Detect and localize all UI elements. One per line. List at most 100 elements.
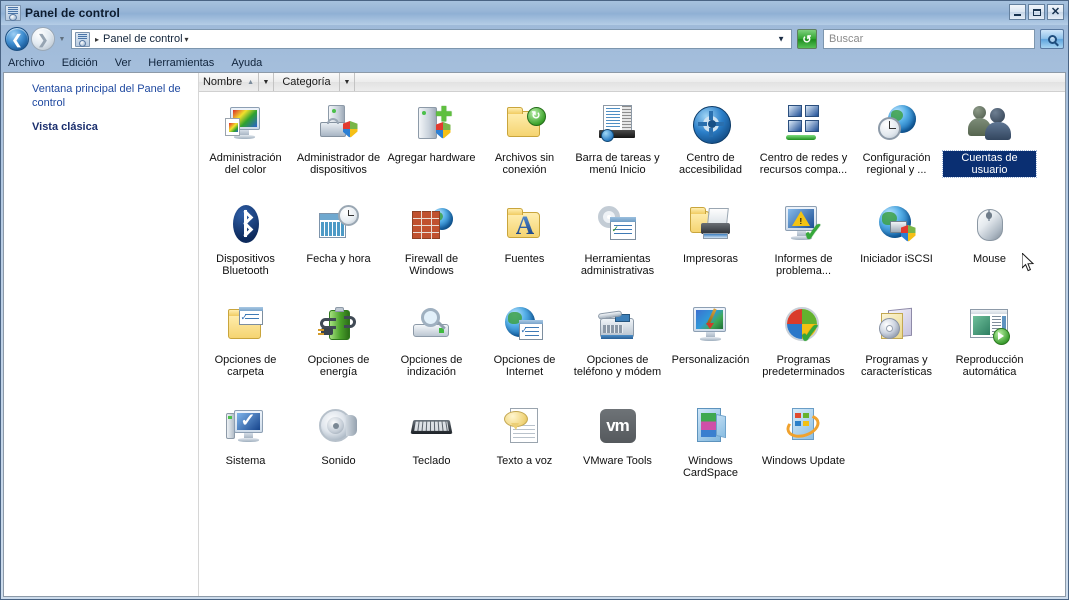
- item-vmware-tools[interactable]: vm VMware Tools: [571, 401, 664, 480]
- item-bluetooth-devices[interactable]: Dispositivos Bluetooth: [199, 199, 292, 278]
- menu-item-archivo[interactable]: Archivo: [8, 57, 45, 69]
- item-label: Centro de redes y recursos compa...: [759, 152, 848, 176]
- item-user-accounts[interactable]: Cuentas de usuario: [942, 98, 1037, 178]
- chevron-down-icon: ▼: [343, 78, 351, 86]
- item-color-management[interactable]: Administración del color: [199, 98, 292, 177]
- regional-settings-icon: [874, 102, 920, 148]
- item-power-options[interactable]: Opciones de energía: [292, 300, 385, 379]
- column-header-name-label: Nombre: [202, 76, 243, 88]
- column-header-name-dropdown[interactable]: ▼: [259, 73, 274, 91]
- back-button[interactable]: ❮: [5, 27, 29, 51]
- item-label: Fuentes: [504, 253, 545, 265]
- history-dropdown-button[interactable]: ▼: [57, 28, 67, 50]
- item-keyboard[interactable]: Teclado: [385, 401, 478, 480]
- item-label: Archivos sin conexión: [494, 152, 555, 176]
- item-personalization[interactable]: Personalización: [664, 300, 757, 379]
- item-ease-of-access[interactable]: Centro de accesibilidad: [664, 98, 757, 177]
- forward-button[interactable]: ❯: [31, 27, 55, 51]
- item-iscsi-initiator[interactable]: Iniciador iSCSI: [850, 199, 943, 278]
- chevron-down-icon[interactable]: ▼: [777, 35, 785, 44]
- problem-reports-icon: ! ✓: [781, 203, 827, 249]
- item-label: Firewall de Windows: [404, 253, 459, 277]
- item-programs-features[interactable]: Programas y características: [850, 300, 943, 379]
- column-header-category-dropdown[interactable]: ▼: [340, 73, 355, 91]
- column-header-name[interactable]: Nombre ▲: [199, 73, 259, 91]
- sidebar-link-classic-view[interactable]: Vista clásica: [32, 120, 188, 134]
- item-administrative-tools[interactable]: ✓ Herramientas administrativas: [571, 199, 664, 278]
- item-windows-cardspace[interactable]: Windows CardSpace: [664, 401, 757, 480]
- printers-icon: [688, 203, 734, 249]
- maximize-icon: [1032, 8, 1041, 16]
- item-label: Agregar hardware: [387, 152, 476, 164]
- add-hardware-icon: ✚: [409, 102, 455, 148]
- item-offline-files[interactable]: ↻ Archivos sin conexión: [478, 98, 571, 177]
- search-input[interactable]: Buscar: [823, 29, 1035, 49]
- item-indexing-options[interactable]: Opciones de indización: [385, 300, 478, 379]
- search-button[interactable]: [1040, 29, 1064, 49]
- user-accounts-icon: [967, 102, 1013, 148]
- item-label: Opciones de carpeta: [214, 354, 277, 378]
- item-device-manager[interactable]: Administrador de dispositivos: [292, 98, 385, 177]
- item-taskbar-start-menu[interactable]: Barra de tareas y menú Inicio: [571, 98, 664, 177]
- item-text-to-speech[interactable]: Texto a voz: [478, 401, 571, 480]
- iscsi-initiator-icon: [874, 203, 920, 249]
- menu-item-ver[interactable]: Ver: [115, 57, 132, 69]
- menu-item-ayuda[interactable]: Ayuda: [231, 57, 262, 69]
- item-label: Opciones de indización: [400, 354, 463, 378]
- close-icon: ✕: [1050, 5, 1061, 18]
- item-fonts[interactable]: A Fuentes: [478, 199, 571, 278]
- item-label: Opciones de teléfono y módem: [573, 354, 662, 378]
- bluetooth-icon: [223, 203, 269, 249]
- item-regional-settings[interactable]: Configuración regional y ...: [850, 98, 943, 177]
- item-add-hardware[interactable]: ✚ Agregar hardware: [385, 98, 478, 177]
- minimize-button[interactable]: [1009, 4, 1026, 20]
- item-sound[interactable]: Sonido: [292, 401, 385, 480]
- mouse-icon: [967, 203, 1013, 249]
- icon-row: Administración del color Administrador d…: [199, 98, 1065, 178]
- menu-item-herramientas[interactable]: Herramientas: [148, 57, 214, 69]
- indexing-options-icon: [409, 304, 455, 350]
- content-pane: Nombre ▲ ▼ Categoría ▼ Administración de…: [199, 73, 1065, 596]
- address-bar[interactable]: ▸ Panel de control ▾ ▼: [71, 29, 792, 49]
- item-network-sharing-center[interactable]: Centro de redes y recursos compa...: [757, 98, 850, 177]
- item-label: Barra de tareas y menú Inicio: [575, 152, 660, 176]
- breadcrumb[interactable]: Panel de control: [103, 33, 183, 45]
- item-windows-firewall[interactable]: Firewall de Windows: [385, 199, 478, 278]
- refresh-icon: ↺: [802, 33, 812, 46]
- client-area: Ventana principal del Panel de control V…: [3, 72, 1066, 597]
- menu-item-edicion[interactable]: Edición: [62, 57, 98, 69]
- keyboard-icon: [409, 405, 455, 451]
- item-label: Sonido: [321, 455, 356, 467]
- sidebar-link-control-panel-home[interactable]: Ventana principal del Panel de control: [32, 82, 188, 110]
- item-label: Cuentas de usuario: [942, 150, 1037, 178]
- close-button[interactable]: ✕: [1047, 4, 1064, 20]
- item-date-time[interactable]: Fecha y hora: [292, 199, 385, 278]
- maximize-button[interactable]: [1028, 4, 1045, 20]
- item-printers[interactable]: Impresoras: [664, 199, 757, 278]
- title-bar[interactable]: Panel de control ✕: [1, 1, 1068, 25]
- item-label: Reproducción automática: [955, 354, 1024, 378]
- column-header-bar: Nombre ▲ ▼ Categoría ▼: [199, 73, 1065, 92]
- item-folder-options[interactable]: ✓ Opciones de carpeta: [199, 300, 292, 379]
- item-windows-update[interactable]: Windows Update: [757, 401, 850, 480]
- personalization-icon: [688, 304, 734, 350]
- item-label: Administración del color: [209, 152, 282, 176]
- ease-of-access-icon: [688, 102, 734, 148]
- item-label: Texto a voz: [496, 455, 553, 467]
- item-default-programs[interactable]: ✓ Programas predeterminados: [757, 300, 850, 379]
- item-phone-modem-options[interactable]: Opciones de teléfono y módem: [571, 300, 664, 379]
- navigation-bar: ❮ ❯ ▼ ▸ Panel de control ▾ ▼ ↺ Buscar: [1, 25, 1068, 53]
- item-internet-options[interactable]: ✓ Opciones de Internet: [478, 300, 571, 379]
- fonts-icon: A: [502, 203, 548, 249]
- item-autoplay[interactable]: Reproducción automática: [943, 300, 1036, 379]
- item-mouse[interactable]: Mouse: [943, 199, 1036, 278]
- column-header-category[interactable]: Categoría: [274, 73, 340, 91]
- item-problem-reports[interactable]: ! ✓ Informes de problema...: [757, 199, 850, 278]
- item-system[interactable]: ✓ Sistema: [199, 401, 292, 480]
- menu-bar: Archivo Edición Ver Herramientas Ayuda: [1, 53, 1068, 72]
- refresh-button[interactable]: ↺: [797, 29, 817, 49]
- sort-ascending-icon: ▲: [247, 78, 255, 86]
- breadcrumb-caret[interactable]: ▾: [183, 35, 193, 44]
- item-label: VMware Tools: [583, 455, 652, 467]
- back-arrow-icon: ❮: [11, 31, 23, 47]
